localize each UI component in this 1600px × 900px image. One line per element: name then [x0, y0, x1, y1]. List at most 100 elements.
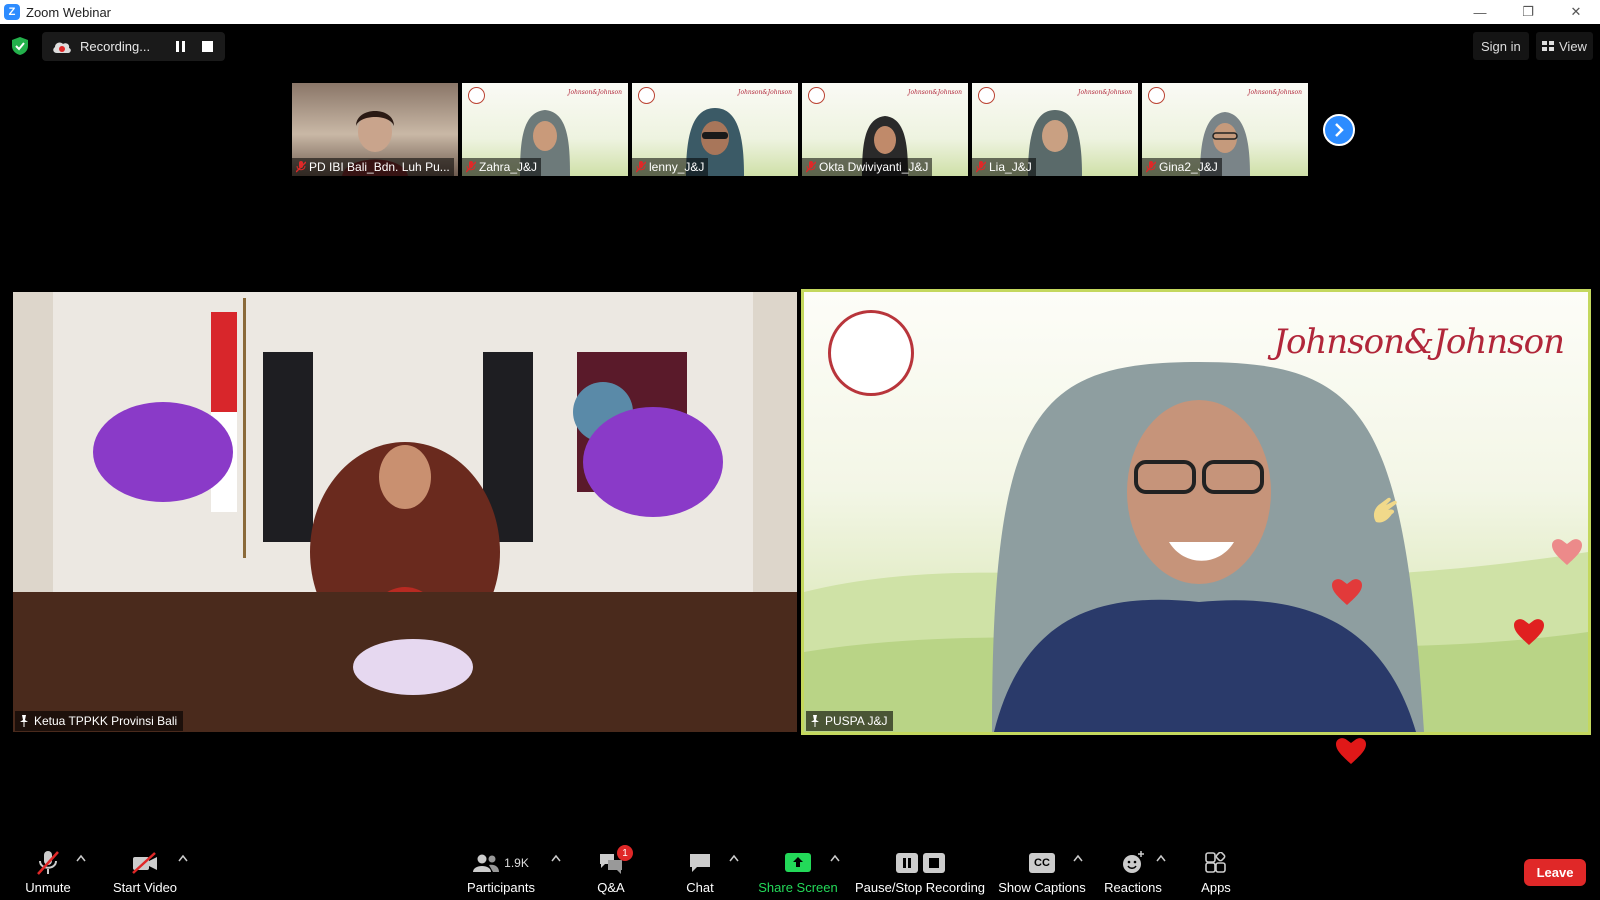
heart-reaction-icon [1336, 738, 1366, 764]
minimize-button[interactable]: — [1456, 0, 1504, 24]
participants-label: Participants [467, 880, 535, 895]
participant-name-tag: PD IBI Bali_Bdn. Luh Pu... [292, 158, 454, 176]
ibi-organization-logo-icon [828, 310, 914, 396]
pause-icon [895, 853, 918, 873]
closed-captions-icon: CC [1029, 853, 1055, 873]
share-screen-icon [785, 853, 811, 872]
view-label: View [1559, 38, 1587, 54]
video-tile-right-active-speaker[interactable]: Johnson&Johnson PUSPA J&J [801, 289, 1591, 735]
participant-thumbnail[interactable]: PD IBI Bali_Bdn. Luh Pu... [292, 83, 458, 176]
reactions-options-chevron-up-icon[interactable] [1156, 854, 1166, 862]
pause-stop-recording-label: Pause/Stop Recording [854, 880, 986, 895]
brand-watermark: Johnson&Johnson [908, 89, 962, 96]
cloud-recording-icon [53, 42, 71, 53]
close-button[interactable]: ✕ [1552, 0, 1600, 24]
participant-name: lenny_J&J [649, 160, 705, 174]
pause-recording-button[interactable] [175, 41, 186, 52]
brand-logo-text: Johnson&Johnson [1273, 322, 1565, 362]
video-options-chevron-up-icon[interactable] [178, 854, 188, 862]
audio-options-chevron-up-icon[interactable] [76, 854, 86, 862]
participant-name: Gina2_J&J [1159, 160, 1218, 174]
qa-button[interactable]: Q&A 1 [590, 840, 633, 900]
restore-button[interactable]: ❐ [1504, 0, 1552, 24]
security-shield-icon[interactable] [12, 37, 28, 55]
meeting-topbar: Recording... Sign in View [0, 24, 1600, 68]
captions-options-chevron-up-icon[interactable] [1073, 854, 1083, 862]
muted-mic-icon [296, 161, 306, 173]
reactions-label: Reactions [1104, 880, 1162, 895]
recording-indicator: Recording... [42, 32, 225, 61]
ibi-logo-icon [468, 87, 485, 104]
qa-unread-badge: 1 [617, 845, 633, 861]
ibi-logo-icon [638, 87, 655, 104]
speaker-video-feed [13, 292, 797, 732]
participant-thumbnail[interactable]: Johnson&Johnson Zahra_J&J [462, 83, 628, 176]
speaker-name: PUSPA J&J [825, 714, 888, 728]
chevron-right-icon [1335, 123, 1344, 137]
chat-label: Chat [686, 880, 714, 895]
heart-reaction-icon [1552, 539, 1582, 565]
muted-mic-icon [636, 161, 646, 173]
unmute-button[interactable]: Unmute [18, 840, 78, 900]
next-page-button[interactable] [1323, 114, 1355, 146]
muted-mic-icon [806, 161, 816, 173]
video-off-icon [132, 852, 157, 874]
participants-icon [473, 854, 500, 872]
participant-name-tag: Zahra_J&J [462, 158, 542, 176]
participants-count: 1.9K [504, 856, 529, 870]
pin-icon [811, 715, 819, 727]
leave-button[interactable]: Leave [1524, 859, 1586, 886]
chat-bubble-icon [690, 854, 710, 872]
participant-name: PD IBI Bali_Bdn. Luh Pu... [309, 160, 450, 174]
participant-thumbnail[interactable]: Johnson&Johnson lenny_J&J [632, 83, 798, 176]
participant-thumbnail[interactable]: Johnson&Johnson Gina2_J&J [1142, 83, 1308, 176]
muted-mic-icon [1146, 161, 1156, 173]
window-controls: — ❐ ✕ [1456, 0, 1600, 24]
participant-thumbnail[interactable]: Johnson&Johnson Okta Dwiviyanti_J&J [802, 83, 968, 176]
window-title: Zoom Webinar [26, 4, 112, 20]
share-screen-label: Share Screen [758, 880, 838, 895]
pause-stop-recording-button[interactable]: Pause/Stop Recording [854, 840, 986, 900]
muted-mic-icon [976, 161, 986, 173]
heart-reaction-icon [1332, 579, 1362, 605]
share-screen-button[interactable]: Share Screen [757, 840, 839, 900]
recording-label: Recording... [80, 39, 151, 54]
view-button[interactable]: View [1536, 32, 1593, 60]
brand-watermark: Johnson&Johnson [738, 89, 792, 96]
start-video-button[interactable]: Start Video [110, 840, 180, 900]
video-name-tag: PUSPA J&J [806, 711, 894, 731]
participant-name-tag: Okta Dwiviyanti_J&J [802, 158, 933, 176]
participant-name-tag: Gina2_J&J [1142, 158, 1222, 176]
reactions-button[interactable]: Reactions [1102, 840, 1164, 900]
participant-thumbnail[interactable]: Johnson&Johnson Lia_J&J [972, 83, 1138, 176]
apps-button[interactable]: Apps [1196, 840, 1236, 900]
meeting-toolbar: Unmute Start Video 1.9K Participants Q&A… [0, 840, 1600, 900]
participant-name-tag: Lia_J&J [972, 158, 1036, 176]
show-captions-label: Show Captions [998, 880, 1086, 895]
apps-icon [1205, 852, 1226, 873]
brand-watermark: Johnson&Johnson [1248, 89, 1302, 96]
participant-name: Okta Dwiviyanti_J&J [819, 160, 929, 174]
participants-button[interactable]: 1.9K Participants [466, 840, 536, 900]
share-options-chevron-up-icon[interactable] [830, 854, 840, 862]
ibi-logo-icon [978, 87, 995, 104]
smiley-face-plus-icon [1123, 851, 1144, 873]
brand-watermark: Johnson&Johnson [568, 89, 622, 96]
qa-label: Q&A [597, 880, 625, 895]
chat-options-chevron-up-icon[interactable] [729, 854, 739, 862]
stop-icon [922, 853, 945, 873]
chat-button[interactable]: Chat [684, 840, 716, 900]
mic-muted-icon [37, 851, 59, 875]
ibi-logo-icon [808, 87, 825, 104]
gallery-strip: PD IBI Bali_Bdn. Luh Pu... Johnson&Johns… [292, 83, 1308, 176]
zoom-logo-icon: Z [4, 4, 20, 20]
sign-in-button[interactable]: Sign in [1473, 32, 1529, 60]
show-captions-button[interactable]: CC Show Captions [998, 840, 1086, 900]
heart-reaction-icon [1514, 619, 1544, 645]
stop-recording-button[interactable] [202, 41, 213, 52]
participant-name: Zahra_J&J [479, 160, 538, 174]
participant-name-tag: lenny_J&J [632, 158, 709, 176]
participants-options-chevron-up-icon[interactable] [551, 854, 561, 862]
speaker-name: Ketua TPPKK Provinsi Bali [34, 714, 178, 728]
video-tile-left[interactable]: Ketua TPPKK Provinsi Bali [13, 292, 797, 732]
